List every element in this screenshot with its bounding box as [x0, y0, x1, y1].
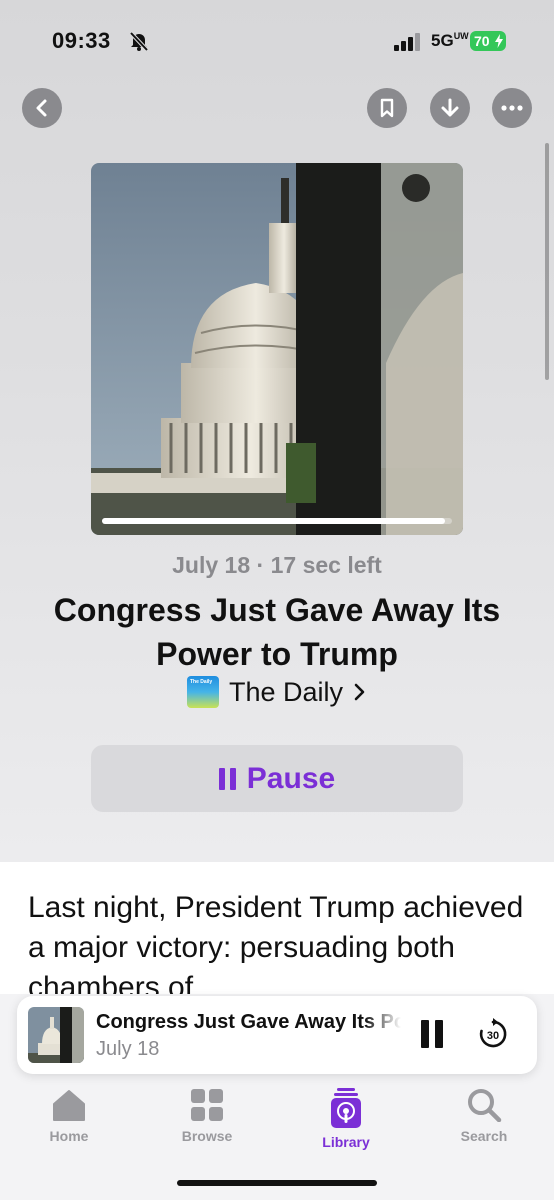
episode-title: Congress Just Gave Away Its Power to Tru… [53, 592, 501, 672]
tab-home[interactable]: Home [19, 1088, 119, 1144]
mini-player-title: Congress Just Gave Away Its Power to Tru… [96, 1011, 401, 1033]
arrow-down-icon [441, 98, 459, 117]
capitol-dome-image [91, 163, 463, 535]
show-link[interactable]: The Daily The Daily [0, 676, 554, 708]
more-options-button[interactable] [492, 88, 532, 128]
podcast-library-icon [331, 1088, 361, 1128]
skip-seconds-label: 30 [487, 1030, 499, 1042]
meta-separator: · [256, 552, 265, 578]
playback-scrubber[interactable] [102, 518, 452, 524]
tab-home-label: Home [49, 1128, 89, 1144]
mini-player-artwork [28, 1007, 84, 1063]
tab-browse-label: Browse [181, 1128, 233, 1144]
playback-progress [102, 518, 445, 524]
status-time: 09:33 [52, 28, 111, 53]
pause-icon [218, 767, 237, 790]
pause-button[interactable]: Pause [91, 745, 463, 812]
mini-pause-button[interactable] [421, 1020, 443, 1048]
tab-library-label: Library [322, 1134, 370, 1150]
show-thumbnail: The Daily [186, 676, 219, 708]
mini-player[interactable]: Congress Just Gave Away Its Power to Tru… [17, 996, 537, 1074]
silent-bell-icon [129, 31, 149, 52]
tab-search-label: Search [460, 1128, 508, 1144]
episode-description: Last night, President Trump achieved a m… [28, 891, 524, 1004]
chevron-right-icon [354, 683, 365, 701]
show-thumb-label: The Daily [189, 679, 213, 685]
tab-browse[interactable]: Browse [157, 1088, 257, 1144]
network-type: 5GUW [431, 31, 469, 50]
scroll-indicator [545, 143, 549, 380]
tab-library[interactable]: Library [296, 1088, 396, 1150]
download-button[interactable] [430, 88, 470, 128]
pause-label: Pause [246, 761, 336, 795]
grid-icon [191, 1089, 223, 1121]
capitol-dome-thumbnail [28, 1007, 84, 1063]
tab-search[interactable]: Search [434, 1088, 534, 1144]
time-left: 17 sec left [270, 552, 382, 578]
show-name: The Daily [228, 676, 344, 707]
ellipsis-icon [501, 105, 523, 111]
battery-indicator: 70 [470, 31, 506, 51]
back-button[interactable] [22, 88, 62, 128]
house-icon [53, 1090, 85, 1121]
episode-date: July 18 [172, 552, 251, 578]
skip-forward-30-icon[interactable]: 30 [477, 1018, 509, 1050]
charging-bolt-icon [495, 34, 503, 48]
episode-artwork [91, 163, 463, 535]
home-indicator [177, 1180, 377, 1186]
magnifier-icon [468, 1089, 502, 1122]
chevron-left-icon [36, 99, 47, 117]
mini-player-date: July 18 [96, 1038, 160, 1060]
bookmark-icon [380, 98, 394, 118]
cellular-signal-icon [394, 33, 420, 51]
episode-meta: July 18 · 17 sec left [0, 552, 554, 579]
save-episode-button[interactable] [367, 88, 407, 128]
